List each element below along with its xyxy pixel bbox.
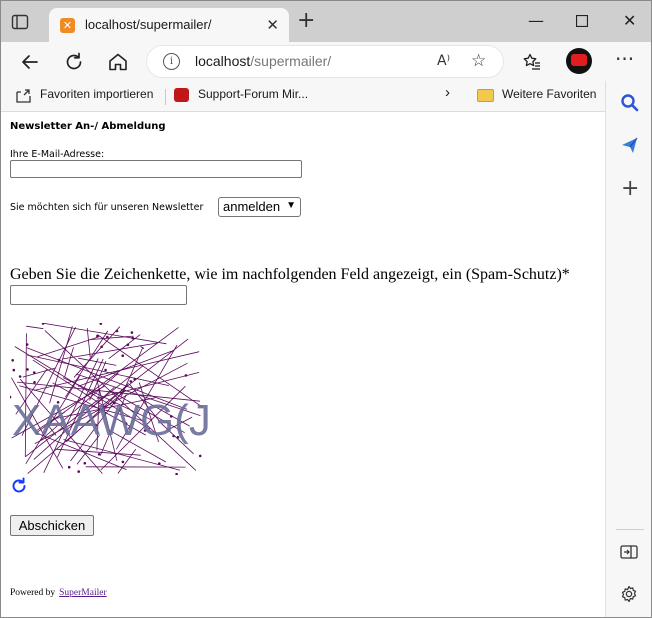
back-icon[interactable] xyxy=(18,50,42,74)
info-icon[interactable]: i xyxy=(163,53,180,70)
powered-by-label: Powered by xyxy=(10,588,56,598)
captcha-input[interactable] xyxy=(10,285,187,305)
powered-by: Powered by SuperMailer xyxy=(10,588,107,598)
captcha-noise-line xyxy=(26,325,44,330)
sidebar-divider xyxy=(616,529,644,530)
captcha-noise-dot xyxy=(106,335,109,339)
captcha-noise-dot xyxy=(67,465,71,469)
url[interactable]: localhost/supermailer/ xyxy=(195,53,331,69)
edge-sidebar: + xyxy=(605,81,651,617)
favorites-icon[interactable] xyxy=(522,52,542,72)
profile-avatar-icon[interactable] xyxy=(566,48,592,74)
browser-tab[interactable]: ✕ localhost/supermailer/ ✕ xyxy=(49,8,289,42)
captcha-noise-line xyxy=(117,448,137,474)
supermailer-link[interactable]: SuperMailer xyxy=(59,588,107,598)
captcha-prompt: Geben Sie die Zeichenkette, wie im nachf… xyxy=(10,266,570,283)
close-tab-icon[interactable]: ✕ xyxy=(266,16,279,34)
captcha-noise-dot xyxy=(175,472,178,475)
captcha-image: XAAWG(J xyxy=(10,323,208,475)
captcha-noise-dot xyxy=(32,371,36,374)
captcha-text: XAAWG(J xyxy=(12,396,208,445)
captcha-noise-line xyxy=(86,327,91,357)
captcha-noise-dot xyxy=(158,462,161,465)
captcha-noise-dot xyxy=(100,345,103,349)
captcha-noise-dot xyxy=(18,375,22,378)
refresh-icon[interactable] xyxy=(10,477,28,495)
captcha-noise-dot xyxy=(97,453,101,456)
read-aloud-icon[interactable]: A⁾ xyxy=(437,53,450,69)
xampp-favicon-icon: ✕ xyxy=(60,18,75,33)
captcha-noise-dot xyxy=(96,334,99,338)
captcha-noise-dot xyxy=(12,368,16,372)
page-content: Newsletter An-/ Abmeldung Ihre E-Mail-Ad… xyxy=(1,112,605,617)
captcha-noise-dot xyxy=(11,358,15,362)
home-icon[interactable] xyxy=(106,50,130,74)
captcha-noise-dot xyxy=(10,395,12,399)
import-icon xyxy=(16,89,31,103)
url-host: localhost xyxy=(195,53,251,69)
captcha-noise-dot xyxy=(104,368,107,372)
email-field[interactable] xyxy=(10,160,302,178)
captcha-noise-dot xyxy=(33,380,36,384)
captcha-noise-dot xyxy=(130,331,134,334)
tab-strip: ✕ localhost/supermailer/ ✕ + — ✕ xyxy=(1,1,651,42)
favorite-add-icon[interactable]: ☆ xyxy=(471,51,486,71)
captcha-noise-dot xyxy=(25,343,29,346)
captcha-noise-dot xyxy=(41,323,45,325)
toolbar: i localhost/supermailer/ A⁾ ☆ ··· xyxy=(1,42,651,81)
address-bar[interactable]: i localhost/supermailer/ A⁾ ☆ xyxy=(147,46,503,77)
split-screen-icon[interactable] xyxy=(620,544,638,560)
captcha-noise-dot xyxy=(184,374,188,377)
reload-icon[interactable] xyxy=(62,50,86,74)
captcha-noise-dot xyxy=(77,470,80,473)
tab-title: localhost/supermailer/ xyxy=(85,17,212,32)
settings-icon[interactable] xyxy=(620,585,638,603)
captcha-noise-dot xyxy=(126,343,130,347)
captcha-noise-dot xyxy=(83,461,87,465)
captcha-noise-dot xyxy=(99,323,103,325)
favorite-item-import[interactable]: Favoriten importieren xyxy=(40,87,153,101)
search-icon[interactable] xyxy=(620,93,640,113)
captcha-noise-line xyxy=(42,323,167,345)
captcha-noise-dot xyxy=(26,368,29,371)
captcha-noise-line xyxy=(77,349,175,387)
captcha-noise-line xyxy=(78,357,117,366)
send-icon[interactable] xyxy=(620,135,640,155)
support-forum-favicon-icon xyxy=(174,88,189,102)
browser-window: ✕ localhost/supermailer/ ✕ + — ✕ i local… xyxy=(0,0,652,618)
close-window-icon[interactable]: ✕ xyxy=(623,11,636,30)
newsletter-select-value: anmelden xyxy=(223,199,281,214)
newsletter-action-select[interactable]: anmelden ▼ xyxy=(218,197,301,217)
captcha-noise-dot xyxy=(115,329,119,333)
captcha-noise-dot xyxy=(57,358,61,362)
captcha-noise-line xyxy=(64,347,74,377)
favorite-item-support-forum[interactable]: Support-Forum Mir... xyxy=(198,87,308,101)
captcha-noise-dot xyxy=(129,380,133,383)
more-icon[interactable]: ··· xyxy=(615,47,634,71)
chevron-right-icon[interactable]: › xyxy=(445,84,450,101)
page-title: Newsletter An-/ Abmeldung xyxy=(10,121,166,132)
other-favorites[interactable]: Weitere Favoriten xyxy=(502,87,596,101)
captcha-noise-dot xyxy=(121,354,124,358)
maximize-icon[interactable] xyxy=(576,15,588,27)
newsletter-label: Sie möchten sich für unseren Newsletter xyxy=(10,202,204,213)
captcha-noise-dot xyxy=(133,377,137,381)
captcha-noise-dot xyxy=(121,460,125,464)
tab-actions-icon[interactable] xyxy=(11,13,29,31)
minimize-icon[interactable]: — xyxy=(528,11,544,30)
favorites-divider xyxy=(165,89,166,105)
folder-icon xyxy=(477,89,494,102)
captcha-noise-dot xyxy=(198,454,202,458)
captcha-noise-line xyxy=(62,342,158,360)
captcha-noise-dot xyxy=(131,336,134,340)
new-tab-icon[interactable]: + xyxy=(297,10,315,32)
add-icon[interactable]: + xyxy=(621,176,639,201)
submit-button[interactable]: Abschicken xyxy=(10,515,94,536)
favorites-bar: Favoriten importieren Support-Forum Mir.… xyxy=(1,81,651,112)
email-label: Ihre E-Mail-Adresse: xyxy=(10,149,105,160)
url-path: /supermailer/ xyxy=(250,53,332,69)
chevron-down-icon: ▼ xyxy=(286,200,296,211)
